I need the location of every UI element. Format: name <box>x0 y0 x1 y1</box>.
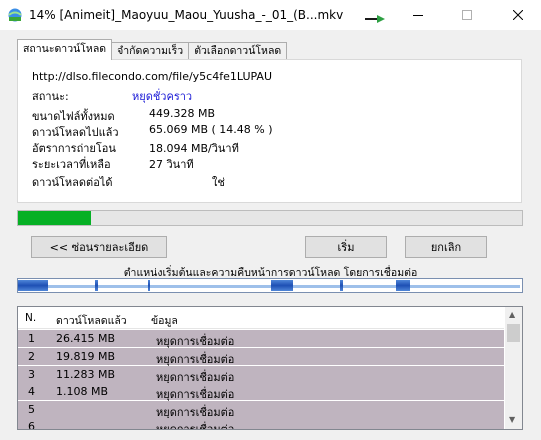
segment-5 <box>340 280 343 291</box>
resume-label: ดาวน์โหลดต่อได้ <box>32 176 113 189</box>
segment-3 <box>148 280 150 291</box>
table-row[interactable]: 2 19.819 MB หยุดการเชื่อมต่อ <box>18 348 504 366</box>
connection-segments-bar <box>17 278 523 293</box>
tab-download-status[interactable]: สถานะดาวน์โหลด <box>17 39 113 60</box>
table-row[interactable]: 4 1.108 MB หยุดการเชื่อมต่อ <box>18 383 504 401</box>
start-button[interactable]: เริ่ม <box>305 236 387 258</box>
tab-speed-limiter[interactable]: จำกัดความเร็ว <box>111 42 190 60</box>
resume-row: ดาวน์โหลดต่อได้ ใช่ <box>32 173 225 191</box>
connections-list[interactable]: N. ดาวน์โหลดแล้ว ข้อมูล 1 26.415 MB หยุด… <box>17 306 523 430</box>
column-header-info[interactable]: ข้อมูล <box>151 312 178 329</box>
row-info: หยุดการเชื่อมต่อ <box>156 423 235 430</box>
minimize-icon <box>413 15 423 16</box>
column-header-downloaded[interactable]: ดาวน์โหลดแล้ว <box>56 312 127 329</box>
table-row[interactable]: 5 หยุดการเชื่อมต่อ <box>18 401 504 419</box>
segment-4 <box>271 280 293 291</box>
download-progress-bar <box>17 210 523 226</box>
close-button[interactable] <box>495 0 541 30</box>
row-downloaded: 11.283 MB <box>56 368 116 381</box>
filesize-value: 449.328 MB <box>149 107 216 120</box>
title-bar: 14% [Animeit]_Maoyuu_Maou_Yuusha_-_01_(B… <box>0 0 541 30</box>
scroll-down-icon[interactable]: ▼ <box>509 415 515 424</box>
hide-details-button[interactable]: << ซ่อนรายละเอียด <box>31 236 167 258</box>
column-header-n[interactable]: N. <box>25 312 36 324</box>
remaining-row: ระยะเวลาที่เหลือ 27 วินาที <box>32 155 194 173</box>
segment-1 <box>18 280 48 291</box>
status-label: สถานะ: <box>32 90 69 103</box>
resume-value: ใช่ <box>212 176 225 189</box>
table-row[interactable]: 3 11.283 MB หยุดการเชื่อมต่อ <box>18 366 504 384</box>
list-header: N. ดาวน์โหลดแล้ว ข้อมูล <box>18 307 504 329</box>
row-downloaded: 26.415 MB <box>56 332 116 345</box>
remaining-label: ระยะเวลาที่เหลือ <box>32 158 111 171</box>
close-icon <box>513 10 523 20</box>
window-title: 14% [Animeit]_Maoyuu_Maou_Yuusha_-_01_(B… <box>29 8 344 22</box>
download-url: http://dlso.filecondo.com/file/y5c4fe1LU… <box>32 70 273 83</box>
maximize-icon <box>462 10 472 20</box>
row-n: 2 <box>28 350 35 363</box>
status-value: หยุดชั่วคราว <box>132 90 193 103</box>
scroll-thumb[interactable] <box>507 324 520 342</box>
segment-6 <box>396 280 410 291</box>
idm-globe-icon <box>7 7 23 23</box>
maximize-button[interactable] <box>444 0 490 30</box>
segment-2 <box>95 280 98 291</box>
list-scrollbar[interactable]: ▲ ▼ <box>505 307 522 429</box>
scroll-up-icon[interactable]: ▲ <box>509 310 515 319</box>
row-n: 1 <box>28 332 35 345</box>
status-row: สถานะ: หยุดชั่วคราว <box>32 87 192 105</box>
row-n: 6 <box>28 420 35 430</box>
remaining-value: 27 วินาที <box>149 158 194 171</box>
progress-fill <box>18 211 91 225</box>
table-row[interactable]: 6 หยุดการเชื่อมต่อ <box>18 418 504 430</box>
row-downloaded: 19.819 MB <box>56 350 116 363</box>
tab-strip: สถานะดาวน์โหลด จำกัดความเร็ว ตัวเลือกดาว… <box>17 39 288 60</box>
row-n: 3 <box>28 368 35 381</box>
row-downloaded: 1.108 MB <box>56 385 109 398</box>
row-n: 4 <box>28 385 35 398</box>
downloaded-value: 65.069 MB ( 14.48 % ) <box>149 123 273 136</box>
green-arrow-icon <box>365 13 385 26</box>
cancel-button[interactable]: ยกเลิก <box>405 236 487 258</box>
status-panel: http://dlso.filecondo.com/file/y5c4fe1LU… <box>17 59 522 203</box>
row-n: 5 <box>28 403 35 416</box>
minimize-button[interactable] <box>395 0 441 30</box>
table-row[interactable]: 1 26.415 MB หยุดการเชื่อมต่อ <box>18 330 504 348</box>
tab-download-options[interactable]: ตัวเลือกดาวน์โหลด <box>188 42 288 60</box>
